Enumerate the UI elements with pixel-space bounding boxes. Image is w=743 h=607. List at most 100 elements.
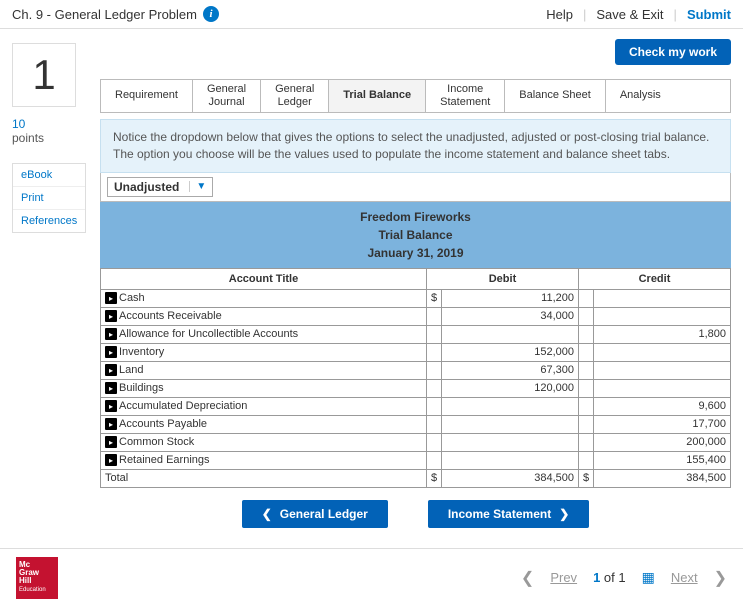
total-credit-currency: $ bbox=[578, 469, 593, 487]
total-debit-currency: $ bbox=[427, 469, 442, 487]
credit-value[interactable]: 17,700 bbox=[594, 415, 731, 433]
total-debit: 384,500 bbox=[442, 469, 579, 487]
debit-currency bbox=[427, 451, 442, 469]
table-row: ▸Allowance for Uncollectible Accounts1,8… bbox=[101, 325, 731, 343]
submit-link[interactable]: Submit bbox=[687, 7, 731, 22]
table-row: ▸Accounts Receivable 34,000 bbox=[101, 307, 731, 325]
tab-balance-sheet[interactable]: Balance Sheet bbox=[505, 80, 606, 112]
chevron-down-icon: ▼ bbox=[189, 181, 206, 192]
print-link[interactable]: Print bbox=[13, 187, 85, 210]
trial-balance-table: Account Title Debit Credit ▸Cash$11,200▸… bbox=[100, 268, 731, 488]
debit-currency bbox=[427, 325, 442, 343]
separator: | bbox=[583, 7, 586, 22]
trial-balance-type-dropdown[interactable]: Unadjusted ▼ bbox=[107, 177, 213, 197]
publisher-logo: Mc Graw Hill Education bbox=[16, 557, 58, 599]
trial-balance-header: Freedom Fireworks Trial Balance January … bbox=[100, 202, 731, 268]
table-row: ▸Cash$11,200 bbox=[101, 289, 731, 307]
col-credit: Credit bbox=[578, 268, 730, 289]
references-link[interactable]: References bbox=[13, 210, 85, 232]
table-row: ▸Buildings 120,000 bbox=[101, 379, 731, 397]
info-icon[interactable]: i bbox=[203, 6, 219, 22]
account-title: Cash bbox=[119, 292, 145, 304]
row-expand-icon[interactable]: ▸ bbox=[105, 364, 117, 376]
row-expand-icon[interactable]: ▸ bbox=[105, 400, 117, 412]
account-title: Accounts Receivable bbox=[119, 310, 222, 322]
credit-currency bbox=[578, 361, 593, 379]
next-section-label: Income Statement bbox=[448, 507, 551, 521]
debit-value[interactable] bbox=[442, 325, 579, 343]
row-expand-icon[interactable]: ▸ bbox=[105, 292, 117, 304]
credit-value[interactable] bbox=[594, 343, 731, 361]
row-expand-icon[interactable]: ▸ bbox=[105, 382, 117, 394]
debit-value[interactable]: 152,000 bbox=[442, 343, 579, 361]
tab-general-ledger[interactable]: GeneralLedger bbox=[261, 80, 329, 112]
grid-icon[interactable]: ▦ bbox=[642, 569, 655, 586]
chevron-right-icon: ❯ bbox=[559, 507, 569, 521]
credit-value[interactable]: 200,000 bbox=[594, 433, 731, 451]
tab-income-statement[interactable]: IncomeStatement bbox=[426, 80, 505, 112]
save-exit-link[interactable]: Save & Exit bbox=[596, 7, 663, 22]
debit-currency bbox=[427, 343, 442, 361]
row-expand-icon[interactable]: ▸ bbox=[105, 328, 117, 340]
account-title: Accounts Payable bbox=[119, 418, 207, 430]
account-title: Buildings bbox=[119, 382, 164, 394]
credit-value[interactable] bbox=[594, 379, 731, 397]
pager-prev[interactable]: Prev bbox=[550, 570, 577, 585]
row-expand-icon[interactable]: ▸ bbox=[105, 418, 117, 430]
row-expand-icon[interactable]: ▸ bbox=[105, 310, 117, 322]
credit-value[interactable] bbox=[594, 361, 731, 379]
tab-bar: Requirement GeneralJournal GeneralLedger… bbox=[100, 79, 731, 113]
dropdown-value: Unadjusted bbox=[114, 180, 179, 194]
tab-trial-balance[interactable]: Trial Balance bbox=[329, 80, 426, 112]
tab-general-journal[interactable]: GeneralJournal bbox=[193, 80, 261, 112]
row-expand-icon[interactable]: ▸ bbox=[105, 346, 117, 358]
debit-value[interactable]: 67,300 bbox=[442, 361, 579, 379]
credit-value[interactable] bbox=[594, 289, 731, 307]
tab-requirement[interactable]: Requirement bbox=[101, 80, 193, 112]
ebook-link[interactable]: eBook bbox=[13, 164, 85, 187]
pager-next[interactable]: Next bbox=[671, 570, 698, 585]
row-expand-icon[interactable]: ▸ bbox=[105, 454, 117, 466]
table-row: ▸Land 67,300 bbox=[101, 361, 731, 379]
page-title: Ch. 9 - General Ledger Problem bbox=[12, 7, 197, 22]
debit-currency bbox=[427, 433, 442, 451]
account-title: Land bbox=[119, 364, 143, 376]
account-title: Accumulated Depreciation bbox=[119, 400, 247, 412]
debit-currency bbox=[427, 397, 442, 415]
next-section-button[interactable]: Income Statement ❯ bbox=[428, 500, 589, 528]
total-credit: 384,500 bbox=[594, 469, 731, 487]
credit-currency bbox=[578, 397, 593, 415]
table-row: ▸Common Stock200,000 bbox=[101, 433, 731, 451]
credit-value[interactable]: 1,800 bbox=[594, 325, 731, 343]
table-row: ▸Accumulated Depreciation 9,600 bbox=[101, 397, 731, 415]
credit-currency bbox=[578, 343, 593, 361]
debit-value[interactable] bbox=[442, 451, 579, 469]
points-label: points bbox=[12, 131, 100, 145]
total-row: Total $ 384,500 $ 384,500 bbox=[101, 469, 731, 487]
table-row: ▸Inventory152,000 bbox=[101, 343, 731, 361]
credit-value[interactable] bbox=[594, 307, 731, 325]
prev-section-button[interactable]: ❮ General Ledger bbox=[242, 500, 388, 528]
debit-currency bbox=[427, 415, 442, 433]
credit-currency bbox=[578, 433, 593, 451]
tab-analysis[interactable]: Analysis bbox=[606, 80, 675, 112]
debit-value[interactable]: 34,000 bbox=[442, 307, 579, 325]
col-account-title: Account Title bbox=[101, 268, 427, 289]
credit-currency bbox=[578, 289, 593, 307]
table-row: ▸Retained Earnings155,400 bbox=[101, 451, 731, 469]
question-number-box: 1 bbox=[12, 43, 76, 107]
check-my-work-button[interactable]: Check my work bbox=[615, 39, 731, 65]
debit-value[interactable] bbox=[442, 433, 579, 451]
row-expand-icon[interactable]: ▸ bbox=[105, 436, 117, 448]
debit-value[interactable]: 120,000 bbox=[442, 379, 579, 397]
debit-value[interactable]: 11,200 bbox=[442, 289, 579, 307]
credit-currency bbox=[578, 307, 593, 325]
points-number: 10 bbox=[12, 117, 100, 131]
credit-value[interactable]: 9,600 bbox=[594, 397, 731, 415]
help-link[interactable]: Help bbox=[546, 7, 573, 22]
separator: | bbox=[674, 7, 677, 22]
credit-currency bbox=[578, 415, 593, 433]
debit-value[interactable] bbox=[442, 415, 579, 433]
credit-value[interactable]: 155,400 bbox=[594, 451, 731, 469]
debit-value[interactable] bbox=[442, 397, 579, 415]
